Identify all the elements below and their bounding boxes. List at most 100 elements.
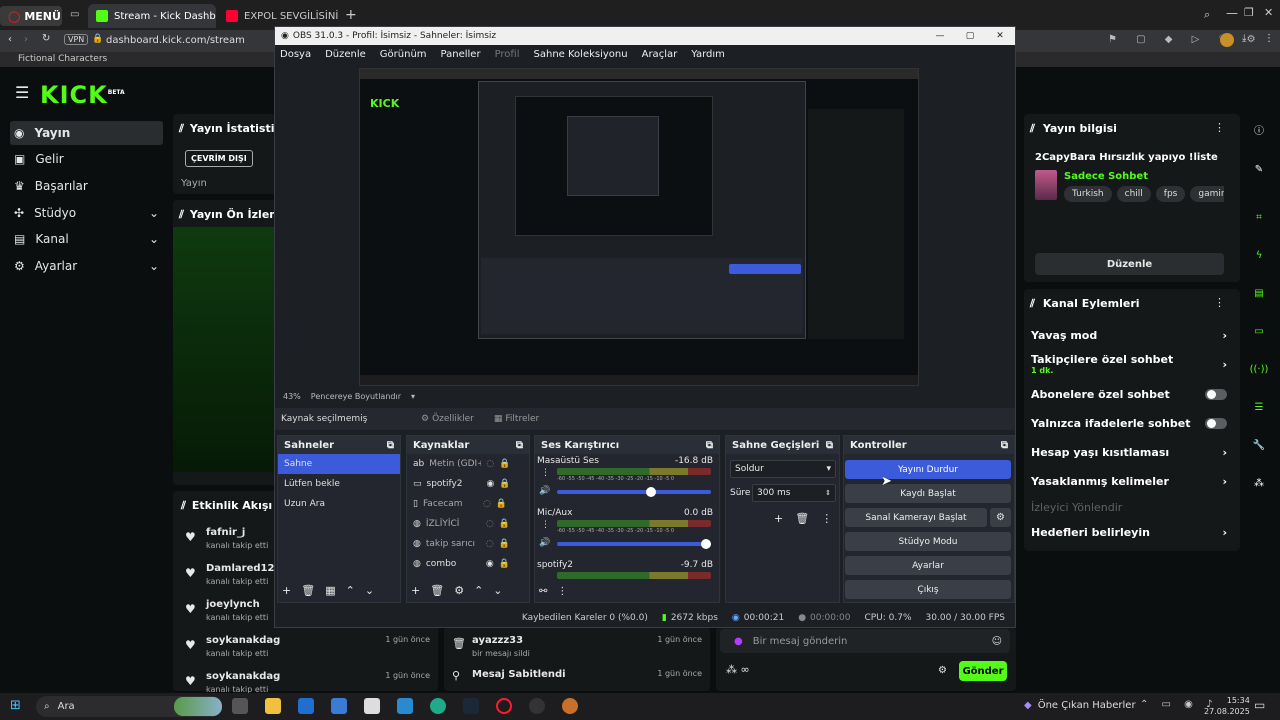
notifications-icon[interactable]: ▭ <box>1254 698 1265 712</box>
eye-icon[interactable]: ◉ <box>487 479 495 489</box>
window-minimize-button[interactable]: — <box>1226 6 1238 20</box>
document-icon[interactable] <box>364 698 380 714</box>
url-field[interactable]: dashboard.kick.com/stream <box>106 35 245 46</box>
up-icon[interactable]: ⌃ <box>346 584 355 597</box>
obs-icon[interactable] <box>529 698 545 714</box>
link-icon[interactable]: ⚯ <box>539 586 547 597</box>
edge-icon[interactable] <box>430 698 446 714</box>
channel-menu-icon[interactable]: ⋮ <box>541 468 550 478</box>
speaker-icon[interactable]: 🔊 <box>539 538 550 548</box>
task-view-icon[interactable] <box>232 698 248 714</box>
menu-item-profile[interactable]: Profil <box>495 49 520 60</box>
volume-slider-handle[interactable] <box>701 539 711 549</box>
tag-chip[interactable]: fps <box>1155 186 1186 202</box>
tab-overview-icon[interactable]: ▭ <box>70 9 79 20</box>
news-widget[interactable]: ◆ Öne Çıkan Haberler <box>1024 700 1136 711</box>
tag-chip[interactable]: Turkish <box>1064 186 1112 202</box>
apps-icon[interactable]: ⁂ <box>1252 476 1266 490</box>
window-restore-button[interactable]: ❐ <box>1244 6 1254 19</box>
outlook-icon[interactable] <box>298 698 314 714</box>
gear-icon[interactable]: ⚙ <box>454 584 464 597</box>
add-icon[interactable]: + <box>411 584 420 597</box>
tab-youtube[interactable]: EXPOL SEVGİLİSİNİN HA <box>218 4 338 28</box>
sidebar-item-basarilar[interactable]: ♛ Başarılar <box>10 174 163 198</box>
store-icon[interactable] <box>331 698 347 714</box>
send-button[interactable]: Gönder <box>959 661 1007 681</box>
sidebar-item-yayin[interactable]: ◉ Yayın <box>10 121 163 145</box>
menu-item-help[interactable]: Yardım <box>691 49 725 60</box>
action-followers-only[interactable]: Takipçilere özel sohbet 1 dk. › <box>1031 353 1227 375</box>
chat-settings-icon[interactable]: ⚙ <box>938 665 947 676</box>
lightning-icon[interactable]: ϟ <box>1252 248 1266 262</box>
more-options-icon[interactable]: ⋮ <box>557 586 567 597</box>
exit-button[interactable]: Çıkış <box>845 580 1011 599</box>
subscribers-only-toggle[interactable] <box>1205 389 1227 400</box>
wrench-icon[interactable]: 🔧 <box>1252 438 1266 452</box>
obs-minimize-button[interactable]: — <box>925 31 955 41</box>
obs-close-button[interactable]: ✕ <box>985 31 1015 41</box>
action-slow-mode[interactable]: Yavaş mod › <box>1031 329 1227 342</box>
sidebar-item-kanal[interactable]: ▤ Kanal ⌄ <box>10 227 163 251</box>
obs-settings-button[interactable]: Ayarlar <box>845 556 1011 575</box>
forward-arrow-icon[interactable]: › <box>24 34 28 45</box>
add-icon[interactable]: + <box>774 512 783 525</box>
start-virtual-camera-button[interactable]: Sanal Kamerayı Başlat <box>845 508 987 527</box>
opera-icon[interactable] <box>496 698 512 714</box>
undock-icon[interactable]: ⧉ <box>1001 440 1008 451</box>
crop-icon[interactable]: ⌗ <box>1252 210 1266 224</box>
channel-menu-icon[interactable]: ⋮ <box>541 520 550 530</box>
reload-icon[interactable]: ↻ <box>42 33 50 44</box>
scene-item[interactable]: Lütfen bekle <box>278 474 400 494</box>
eye-off-icon[interactable]: ◌ <box>486 519 494 529</box>
source-item[interactable]: abMetin (GDI+)◌🔒 <box>407 454 529 474</box>
scene-item[interactable]: Uzun Ara <box>278 494 400 514</box>
action-account-age[interactable]: Hesap yaşı kısıtlaması › <box>1031 446 1227 459</box>
search-tabs-icon[interactable]: ⌕ <box>1204 8 1210 22</box>
game-icon[interactable] <box>562 698 578 714</box>
filter-icon[interactable]: ▦ <box>325 584 335 597</box>
virtual-camera-settings-icon[interactable]: ⚙ <box>990 508 1011 527</box>
source-item[interactable]: ▭ spotify2 ◉ 🔒 <box>407 474 529 494</box>
browser-more-icon[interactable]: ⋮ <box>1264 33 1274 44</box>
menu-item-file[interactable]: Dosya <box>280 49 311 60</box>
start-recording-button[interactable]: Kaydı Başlat <box>845 484 1011 503</box>
more-options-icon[interactable]: ⋮ <box>1214 121 1225 134</box>
taskbar-search[interactable]: ⌕ Ara <box>36 696 222 717</box>
chat-extras-icon[interactable]: ⁂ ∞ <box>726 663 750 676</box>
steam-icon[interactable] <box>463 698 479 714</box>
eye-off-icon[interactable]: ◌ <box>483 499 491 509</box>
category-link[interactable]: Sadece Sohbet <box>1064 171 1148 182</box>
sidebar-item-gelir[interactable]: ▣ Gelir <box>10 147 163 171</box>
add-icon[interactable]: + <box>282 584 291 597</box>
undock-icon[interactable]: ⧉ <box>826 440 833 451</box>
speaker-icon[interactable]: 🔊 <box>539 486 550 496</box>
emote-only-toggle[interactable] <box>1205 418 1227 429</box>
filters-button[interactable]: ▦ Filtreler <box>494 414 539 424</box>
trash-icon[interactable]: 🗑 <box>795 512 809 525</box>
menu-item-scene-collection[interactable]: Sahne Koleksiyonu <box>534 49 628 60</box>
eye-icon[interactable]: ◉ <box>486 559 494 569</box>
tag-chip[interactable]: chill <box>1116 186 1151 202</box>
source-item[interactable]: ◍ İZLİYİCİ ◌ 🔒 <box>407 514 529 534</box>
volume-slider[interactable] <box>557 539 711 549</box>
undock-icon[interactable]: ⧉ <box>706 440 713 451</box>
chat-input[interactable]: ● Bir mesaj gönderin ☺ <box>720 629 1010 653</box>
trash-icon[interactable]: 🗑 <box>430 584 444 597</box>
sidebar-item-studyo[interactable]: ✣ Stüdyo ⌄ <box>10 201 163 225</box>
unlock-icon[interactable]: 🔒 <box>499 479 510 489</box>
app-icon[interactable] <box>397 698 413 714</box>
menu-item-edit[interactable]: Düzenle <box>325 49 366 60</box>
download-icon[interactable]: ⤓ <box>1242 33 1246 44</box>
source-item[interactable]: ◍ takip sarıcı ◌ 🔒 <box>407 534 529 554</box>
sidebar-item-ayarlar[interactable]: ⚙ Ayarlar ⌄ <box>10 254 163 278</box>
emoji-icon[interactable]: ☺ <box>992 636 1002 647</box>
volume-slider-handle[interactable] <box>646 487 657 497</box>
window-close-button[interactable]: ✕ <box>1264 6 1273 19</box>
profile-avatar-icon[interactable] <box>1220 33 1234 47</box>
properties-button[interactable]: ⚙ Özellikler <box>421 414 474 424</box>
duration-input[interactable]: 300 ms ⇕ <box>752 484 836 502</box>
browser-menu-button[interactable]: ◯ MENÜ <box>0 6 62 26</box>
signal-icon[interactable]: ((·)) <box>1250 362 1269 376</box>
menu-item-docks[interactable]: Paneller <box>441 49 481 60</box>
spinner-icon[interactable]: ⇕ <box>825 489 831 497</box>
